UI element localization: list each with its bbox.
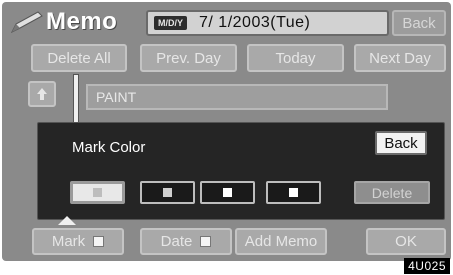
color-swatch-3[interactable] (200, 181, 255, 204)
memo-scrollbar[interactable] (73, 74, 79, 124)
dialog-delete-button[interactable]: Delete (354, 181, 430, 204)
header-back-button[interactable]: Back (392, 10, 446, 36)
prev-day-button[interactable]: Prev. Day (140, 44, 237, 72)
date-label: Date (160, 233, 193, 250)
next-day-button[interactable]: Next Day (354, 44, 446, 72)
header-back-label: Back (402, 14, 436, 32)
scroll-up-button[interactable] (28, 81, 56, 107)
ok-button[interactable]: OK (366, 228, 446, 255)
dialog-back-button[interactable]: Back (375, 131, 427, 155)
memo-line-1[interactable]: PAINT (86, 84, 388, 110)
mark-color-dialog: Mark Color Back Delete (37, 122, 445, 220)
up-arrow-icon (37, 88, 47, 100)
delete-all-label: Delete All (47, 49, 111, 67)
today-button[interactable]: Today (247, 44, 344, 72)
color-chip-4 (289, 188, 298, 197)
date-indicator-icon (200, 236, 212, 247)
dialog-title: Mark Color (72, 139, 146, 156)
color-swatch-2[interactable] (140, 181, 195, 204)
next-day-label: Next Day (369, 49, 431, 67)
mark-button[interactable]: Mark (32, 228, 124, 255)
ok-label: OK (395, 233, 417, 250)
color-chip-1 (93, 188, 102, 197)
add-memo-button[interactable]: Add Memo (235, 228, 327, 255)
mark-label: Mark (51, 233, 86, 250)
delete-all-button[interactable]: Delete All (31, 44, 127, 72)
color-chip-3 (223, 188, 232, 197)
memo-screen: Memo M/D/Y 7/ 1/2003(Tue) Back Delete Al… (2, 2, 451, 261)
date-format-badge: M/D/Y (154, 16, 188, 30)
color-chip-2 (163, 188, 172, 197)
prev-day-label: Prev. Day (156, 49, 221, 67)
mark-indicator-icon (93, 236, 105, 247)
pencil-icon (10, 11, 43, 34)
today-label: Today (275, 49, 316, 67)
color-swatch-1[interactable] (70, 181, 125, 204)
date-text: 7/ 1/2003(Tue) (199, 14, 311, 31)
color-swatch-4[interactable] (266, 181, 321, 204)
date-display: M/D/Y 7/ 1/2003(Tue) (146, 10, 389, 36)
page-title: Memo (46, 8, 118, 35)
memo-line-text: PAINT (96, 89, 137, 105)
add-memo-label: Add Memo (244, 233, 318, 250)
dialog-pointer (58, 216, 76, 225)
figure-code: 4U025 (404, 258, 450, 274)
date-button[interactable]: Date (140, 228, 232, 255)
